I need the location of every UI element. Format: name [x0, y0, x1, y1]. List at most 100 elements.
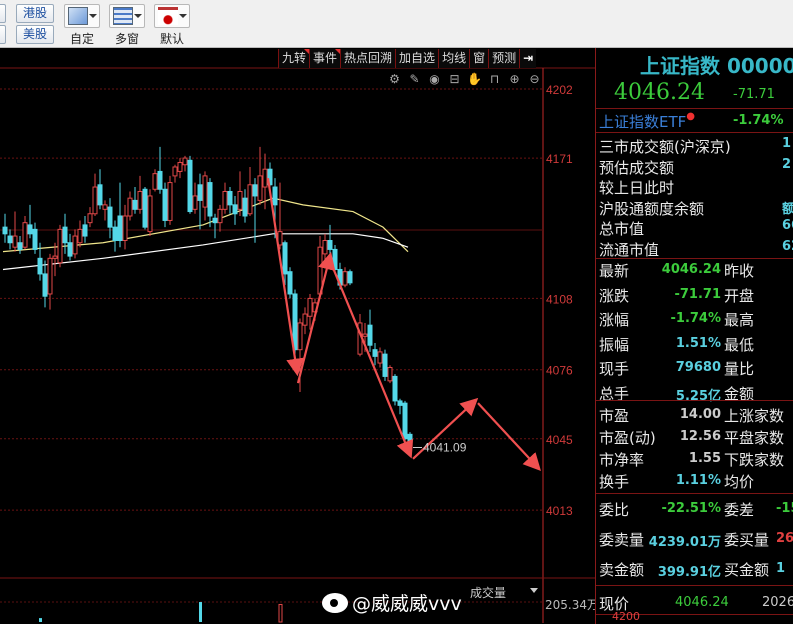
candle-up	[47, 257, 53, 295]
candle-down	[242, 197, 248, 217]
candlestick-chart[interactable]: 4202 4171 4108 4076 4045 4013 4041.09	[0, 48, 595, 624]
candle-down	[7, 235, 13, 244]
candle-up	[87, 213, 93, 224]
watermark-text: @威威威vvv	[352, 593, 462, 615]
price-tick-label: 4171	[546, 152, 573, 166]
quote-label: 换手	[599, 473, 630, 491]
candle-up	[137, 190, 143, 210]
candle-up	[122, 215, 128, 242]
candle-down	[367, 324, 373, 346]
candle-down	[112, 226, 118, 242]
settings-icon[interactable]: ⚙	[386, 71, 403, 87]
candle-up	[302, 313, 308, 326]
quote-label-2: 昨收	[724, 262, 755, 280]
candle-down	[82, 224, 88, 237]
tab-item[interactable]: 加自选	[395, 49, 439, 68]
candle-down	[2, 226, 8, 235]
candle-down	[382, 353, 388, 377]
volume-indicator-label[interactable]: 成交量	[470, 584, 506, 601]
candle-down	[197, 184, 203, 201]
toolbox-icon[interactable]: ⊟	[446, 71, 463, 87]
quote-label: 市盈	[599, 407, 630, 425]
quote-label-2: 量比	[724, 360, 755, 378]
etf-link[interactable]: 上证指数ETF●	[599, 111, 695, 132]
eye-icon[interactable]: ◉	[426, 71, 443, 87]
multi-window-label: 多窗	[114, 32, 139, 46]
volume-bar	[199, 602, 202, 622]
candle-up	[362, 333, 368, 337]
candle-down	[252, 184, 258, 197]
candle-up	[307, 297, 313, 317]
tab-item[interactable]: 预测	[488, 49, 520, 68]
candle-down	[227, 190, 233, 206]
quote-label: 涨跌	[599, 286, 630, 305]
market-row-label: 预估成交额	[599, 158, 675, 177]
candle-down	[282, 242, 288, 275]
weibo-logo-icon	[322, 593, 348, 613]
market-row-value: 2	[782, 156, 792, 172]
default-button[interactable]	[154, 4, 190, 28]
quote-value: 12.56	[679, 429, 721, 444]
candle-up	[77, 228, 83, 244]
candle-up	[12, 235, 18, 248]
market-row-label: 较上日此时	[599, 179, 675, 197]
order-value: -22.51%	[661, 501, 721, 516]
price-tick-label: 4108	[546, 292, 573, 306]
tab-item[interactable]: 九转	[278, 49, 310, 68]
candle-down	[287, 271, 293, 295]
candle-up	[297, 322, 303, 351]
multi-window-button[interactable]	[109, 4, 145, 28]
zoom-in-icon[interactable]: ⊕	[506, 71, 523, 87]
price-tick-label: 4013	[546, 504, 573, 518]
hk-stock-button[interactable]: 港股	[16, 4, 54, 23]
index-price: 4046.24	[614, 80, 705, 105]
price-tick-label: 4045	[546, 433, 573, 447]
order-value: 4239.01万	[648, 535, 721, 550]
market-row-value: 1	[782, 136, 792, 151]
etf-name: 上证指数ETF	[599, 113, 687, 131]
chevron-down-icon[interactable]	[530, 588, 538, 593]
quote-label: 振幅	[599, 335, 630, 354]
tab-item[interactable]: 窗	[469, 49, 489, 68]
chart-tabs: 九转 事件 热点回溯 加自选 均线窗预测 ⇥	[278, 49, 537, 68]
order-value: 399.91亿	[657, 565, 721, 580]
quote-label: 最新	[599, 262, 630, 280]
candle-down	[157, 170, 163, 190]
candle-up	[377, 351, 383, 364]
order-label: 卖金额	[599, 561, 645, 579]
candle-up	[92, 186, 98, 215]
market-row-label: 总市值	[599, 220, 645, 238]
chevron-down-icon	[179, 14, 187, 18]
market-row-label: 沪股通额度余额	[599, 199, 705, 218]
volume-bar	[278, 603, 283, 623]
pen-icon[interactable]: ✎	[406, 71, 423, 87]
market-row-value: 额	[782, 201, 793, 217]
candle-up	[222, 190, 228, 210]
price-tick-label: 4202	[546, 83, 573, 97]
lock-icon[interactable]: ⊓	[486, 71, 503, 87]
quote-value: 1.11%	[675, 473, 721, 488]
candle-up	[127, 197, 133, 217]
tab-item[interactable]: 均线	[438, 49, 470, 68]
custom-button[interactable]	[64, 4, 100, 28]
us-stock-button[interactable]: 美股	[16, 25, 54, 44]
partial-button[interactable]	[0, 4, 6, 23]
zoom-out-icon[interactable]: ⊖	[526, 71, 543, 87]
candle-down	[162, 188, 168, 221]
order-value-2: -15	[776, 501, 793, 516]
partial-button[interactable]	[0, 25, 6, 44]
candle-down	[17, 242, 23, 250]
current-price-value: 4046.24	[675, 595, 729, 610]
collapse-panel-icon[interactable]: ⇥	[519, 49, 537, 68]
candle-up	[257, 175, 263, 201]
candle-up	[152, 173, 158, 190]
tab-item[interactable]: 热点回溯	[340, 49, 396, 68]
candle-down	[117, 215, 123, 242]
candle-down	[402, 402, 408, 440]
alert-dot-icon: ●	[686, 111, 696, 122]
candle-up	[102, 204, 108, 210]
tab-item[interactable]: 事件	[309, 49, 341, 68]
volume-axis-label: 205.34万	[545, 598, 599, 612]
order-value-2: 26	[776, 531, 793, 546]
hand-icon[interactable]: ✋	[466, 71, 483, 87]
